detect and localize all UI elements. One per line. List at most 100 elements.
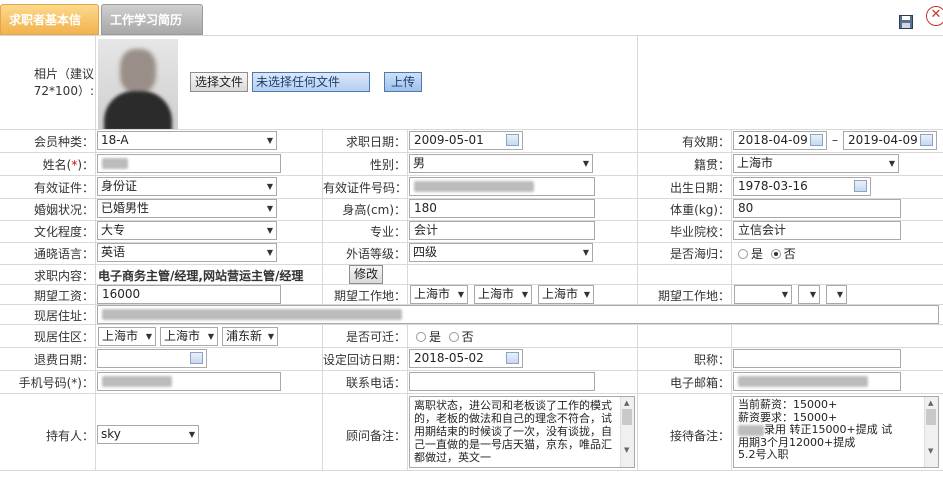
work-place2-label: 期望工作地： bbox=[657, 289, 730, 303]
birth-date-label: 出生日期： bbox=[669, 181, 730, 195]
address-input[interactable] bbox=[97, 305, 939, 324]
phone-input[interactable] bbox=[97, 372, 281, 391]
work-place-district-select[interactable]: 上海市 bbox=[538, 285, 594, 304]
education-select[interactable]: 大专 bbox=[97, 221, 277, 240]
divider bbox=[0, 324, 943, 325]
divider bbox=[407, 129, 408, 285]
overseas-yes-radio[interactable]: 是 bbox=[738, 247, 763, 261]
relocate-no-radio[interactable]: 否 bbox=[448, 330, 474, 344]
email-label: 电子邮箱： bbox=[669, 376, 730, 390]
residence-city-select[interactable]: 上海市 bbox=[160, 327, 218, 346]
work-place2-district-select[interactable] bbox=[826, 285, 847, 304]
consultant-note-textarea[interactable]: 离职状态，进公司和老板谈了工作的模式的，老板的做法和自己的理念不符合，试用期结束… bbox=[409, 396, 635, 468]
origin-select[interactable]: 上海市 bbox=[733, 154, 899, 173]
work-place-city-select[interactable]: 上海市 bbox=[474, 285, 532, 304]
upload-button[interactable]: 上传 bbox=[384, 72, 423, 92]
refund-date-input[interactable] bbox=[97, 349, 207, 368]
language-label: 通晓语言： bbox=[33, 247, 94, 261]
photo-label: 相片（建议72*100）: bbox=[33, 67, 94, 98]
language-select[interactable]: 英语 bbox=[97, 243, 277, 262]
job-date-label: 求职日期： bbox=[345, 135, 406, 149]
overseas-no-radio[interactable]: 否 bbox=[770, 247, 796, 261]
file-status: 未选择任何文件 bbox=[252, 72, 370, 92]
work-place2-province-select[interactable] bbox=[734, 285, 792, 304]
reception-note-textarea[interactable]: 当前薪资：15000+ 薪资要求：15000+ 录用 转正15000+提成 试 … bbox=[733, 396, 939, 468]
phone-label: 手机号码(*)： bbox=[18, 376, 94, 390]
divider bbox=[0, 175, 943, 176]
divider bbox=[95, 36, 96, 470]
overseas-label: 是否海归： bbox=[669, 247, 730, 261]
birth-date-input[interactable]: 1978-03-16 bbox=[733, 177, 871, 196]
gender-select[interactable]: 男 bbox=[409, 154, 593, 173]
tab-work-study-resume[interactable]: 工作学习简历 bbox=[101, 4, 203, 35]
name-input[interactable] bbox=[97, 154, 281, 173]
height-input[interactable]: 180 bbox=[409, 199, 595, 218]
validity-from-input[interactable]: 2018-04-09 bbox=[733, 131, 827, 150]
tel-label: 联系电话： bbox=[345, 376, 406, 390]
tab-bar: 求职者基本信息 工作学习简历 ✕ bbox=[0, 0, 943, 57]
avatar bbox=[98, 39, 178, 129]
calendar-icon[interactable] bbox=[506, 352, 519, 364]
revisit-date-label: 设定回访日期： bbox=[323, 353, 408, 367]
revisit-date-input[interactable]: 2018-05-02 bbox=[409, 349, 523, 368]
divider bbox=[0, 470, 943, 471]
calendar-icon[interactable] bbox=[190, 352, 203, 364]
relocate-label: 是否可迁： bbox=[345, 330, 406, 344]
job-title-input[interactable] bbox=[733, 349, 901, 368]
validity-to-input[interactable]: 2019-04-09 bbox=[843, 131, 937, 150]
work-place2-city-select[interactable] bbox=[798, 285, 820, 304]
calendar-icon[interactable] bbox=[854, 180, 867, 192]
divider bbox=[731, 129, 732, 470]
calendar-icon[interactable] bbox=[810, 134, 823, 146]
weight-label: 体重(kg)： bbox=[670, 203, 730, 217]
tab-basic-info[interactable]: 求职者基本信息 bbox=[0, 4, 99, 57]
address-label: 现居住址： bbox=[33, 309, 94, 323]
major-input[interactable]: 会计 bbox=[409, 221, 595, 240]
relocate-radio-group: 是 否 bbox=[416, 328, 474, 345]
email-input[interactable] bbox=[733, 372, 901, 391]
salary-input[interactable]: 16000 bbox=[97, 285, 281, 304]
id-number-input[interactable] bbox=[409, 177, 595, 196]
consultant-note-label: 顾问备注： bbox=[345, 429, 406, 443]
job-title-label: 职称： bbox=[693, 353, 730, 367]
relocate-yes-radio[interactable]: 是 bbox=[416, 330, 441, 344]
height-label: 身高(cm)： bbox=[342, 203, 406, 217]
marital-select[interactable]: 已婚男性 bbox=[97, 199, 277, 218]
id-type-select[interactable]: 身份证 bbox=[97, 177, 277, 196]
save-icon[interactable] bbox=[899, 15, 913, 29]
residence-province-select[interactable]: 上海市 bbox=[98, 327, 156, 346]
divider bbox=[637, 36, 638, 130]
calendar-icon[interactable] bbox=[506, 134, 519, 146]
calendar-icon[interactable] bbox=[920, 134, 933, 146]
origin-label: 籍贯： bbox=[693, 158, 730, 172]
member-type-label: 会员种类： bbox=[33, 135, 94, 149]
holder-select[interactable]: sky bbox=[97, 425, 199, 444]
work-place-province-select[interactable]: 上海市 bbox=[410, 285, 468, 304]
language-level-select[interactable]: 四级 bbox=[409, 243, 593, 262]
choose-file-button[interactable]: 选择文件 bbox=[190, 72, 249, 92]
education-label: 文化程度： bbox=[33, 225, 94, 239]
residence-label: 现居住区： bbox=[33, 330, 94, 344]
school-input[interactable]: 立信会计 bbox=[733, 221, 901, 240]
job-content-text: 电子商务主管/经理,网站营运主管/经理 bbox=[98, 269, 304, 283]
divider bbox=[0, 393, 943, 394]
divider bbox=[0, 347, 943, 348]
divider bbox=[0, 129, 943, 130]
member-type-select[interactable]: 18-A bbox=[97, 131, 277, 150]
job-date-input[interactable]: 2009-05-01 bbox=[409, 131, 523, 150]
tel-input[interactable] bbox=[409, 372, 595, 391]
validity-label: 有效期： bbox=[681, 135, 730, 149]
residence-district-select[interactable]: 浦东新 bbox=[222, 327, 278, 346]
modify-button[interactable]: 修改 bbox=[349, 265, 384, 284]
divider bbox=[0, 152, 943, 153]
gender-label: 性别： bbox=[369, 158, 406, 172]
major-label: 专业： bbox=[369, 225, 406, 239]
id-number-label: 有效证件号码： bbox=[323, 181, 408, 195]
divider bbox=[0, 264, 943, 265]
divider bbox=[0, 370, 943, 371]
school-label: 毕业院校： bbox=[669, 225, 730, 239]
close-icon[interactable]: ✕ bbox=[926, 6, 943, 26]
refund-date-label: 退费日期： bbox=[33, 353, 94, 367]
overseas-radio-group: 是 否 bbox=[738, 245, 796, 262]
weight-input[interactable]: 80 bbox=[733, 199, 901, 218]
